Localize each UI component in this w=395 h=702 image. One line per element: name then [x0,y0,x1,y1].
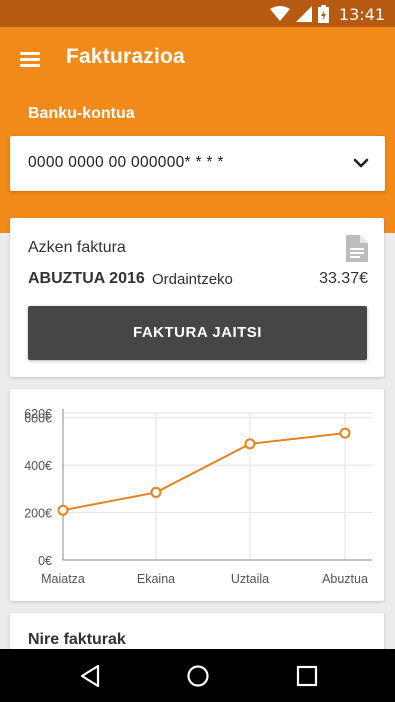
series-line [62,432,346,512]
back-icon[interactable] [78,663,104,689]
consumption-chart: 0€200€400€600€620€Maiatza Ekaina Uztaila Ab… [24,407,372,586]
y-tick-label: 200€ [24,507,52,521]
y-tick-label: 620€ [24,407,52,421]
wifi-icon [269,6,290,21]
x-tick-label: Abuztua [322,572,368,586]
status-time: 13:41 [338,4,385,24]
recents-icon[interactable] [294,663,320,689]
invoices-title: Nire fakturak [28,631,126,648]
invoice-status: Ordaintzeko [152,271,233,288]
download-invoice-button[interactable]: FAKTURA JAITSI [28,306,367,360]
document-icon [346,235,368,262]
data-point [57,504,69,516]
signal-icon [295,6,312,22]
status-bar: 13:41 [0,0,395,27]
chevron-down-icon [353,158,369,168]
invoice-month: ABUZTUA 2016 [28,270,145,287]
app-bar: Fakturazioa Banku-kontua 0000 0000 00 00… [0,27,395,233]
battery-icon [317,5,329,23]
menu-icon[interactable] [18,47,42,71]
last-invoice-card: Azken faktura ABUZTUA 2016 Ordaintzeko 3… [10,218,384,377]
chart-card: 0€ 200€ 400€ 600€ 620€ Maiatza Ekaina Uztaila Ab… [10,389,384,601]
navigation-bar [0,649,395,702]
x-tick-label: Ekaina [137,572,175,586]
account-value: 0000 0000 00 000000* * * * [28,154,224,171]
status-icons: 13:41 [269,4,385,24]
x-tick-label: Uztaila [231,572,269,586]
x-tick-label: Maiatza [41,572,85,586]
data-point [150,486,162,498]
y-tick-label: 400€ [24,459,52,473]
y-tick-label: 0€ [38,554,52,568]
last-invoice-title: Azken faktura [28,239,126,256]
account-dropdown[interactable]: 0000 0000 00 000000* * * * [10,136,385,191]
data-point [244,438,256,450]
data-point [339,427,351,439]
home-icon[interactable] [185,663,211,689]
account-label: Banku-kontua [28,105,135,122]
invoice-amount: 33.37€ [319,270,368,287]
app-title: Fakturazioa [66,45,185,68]
